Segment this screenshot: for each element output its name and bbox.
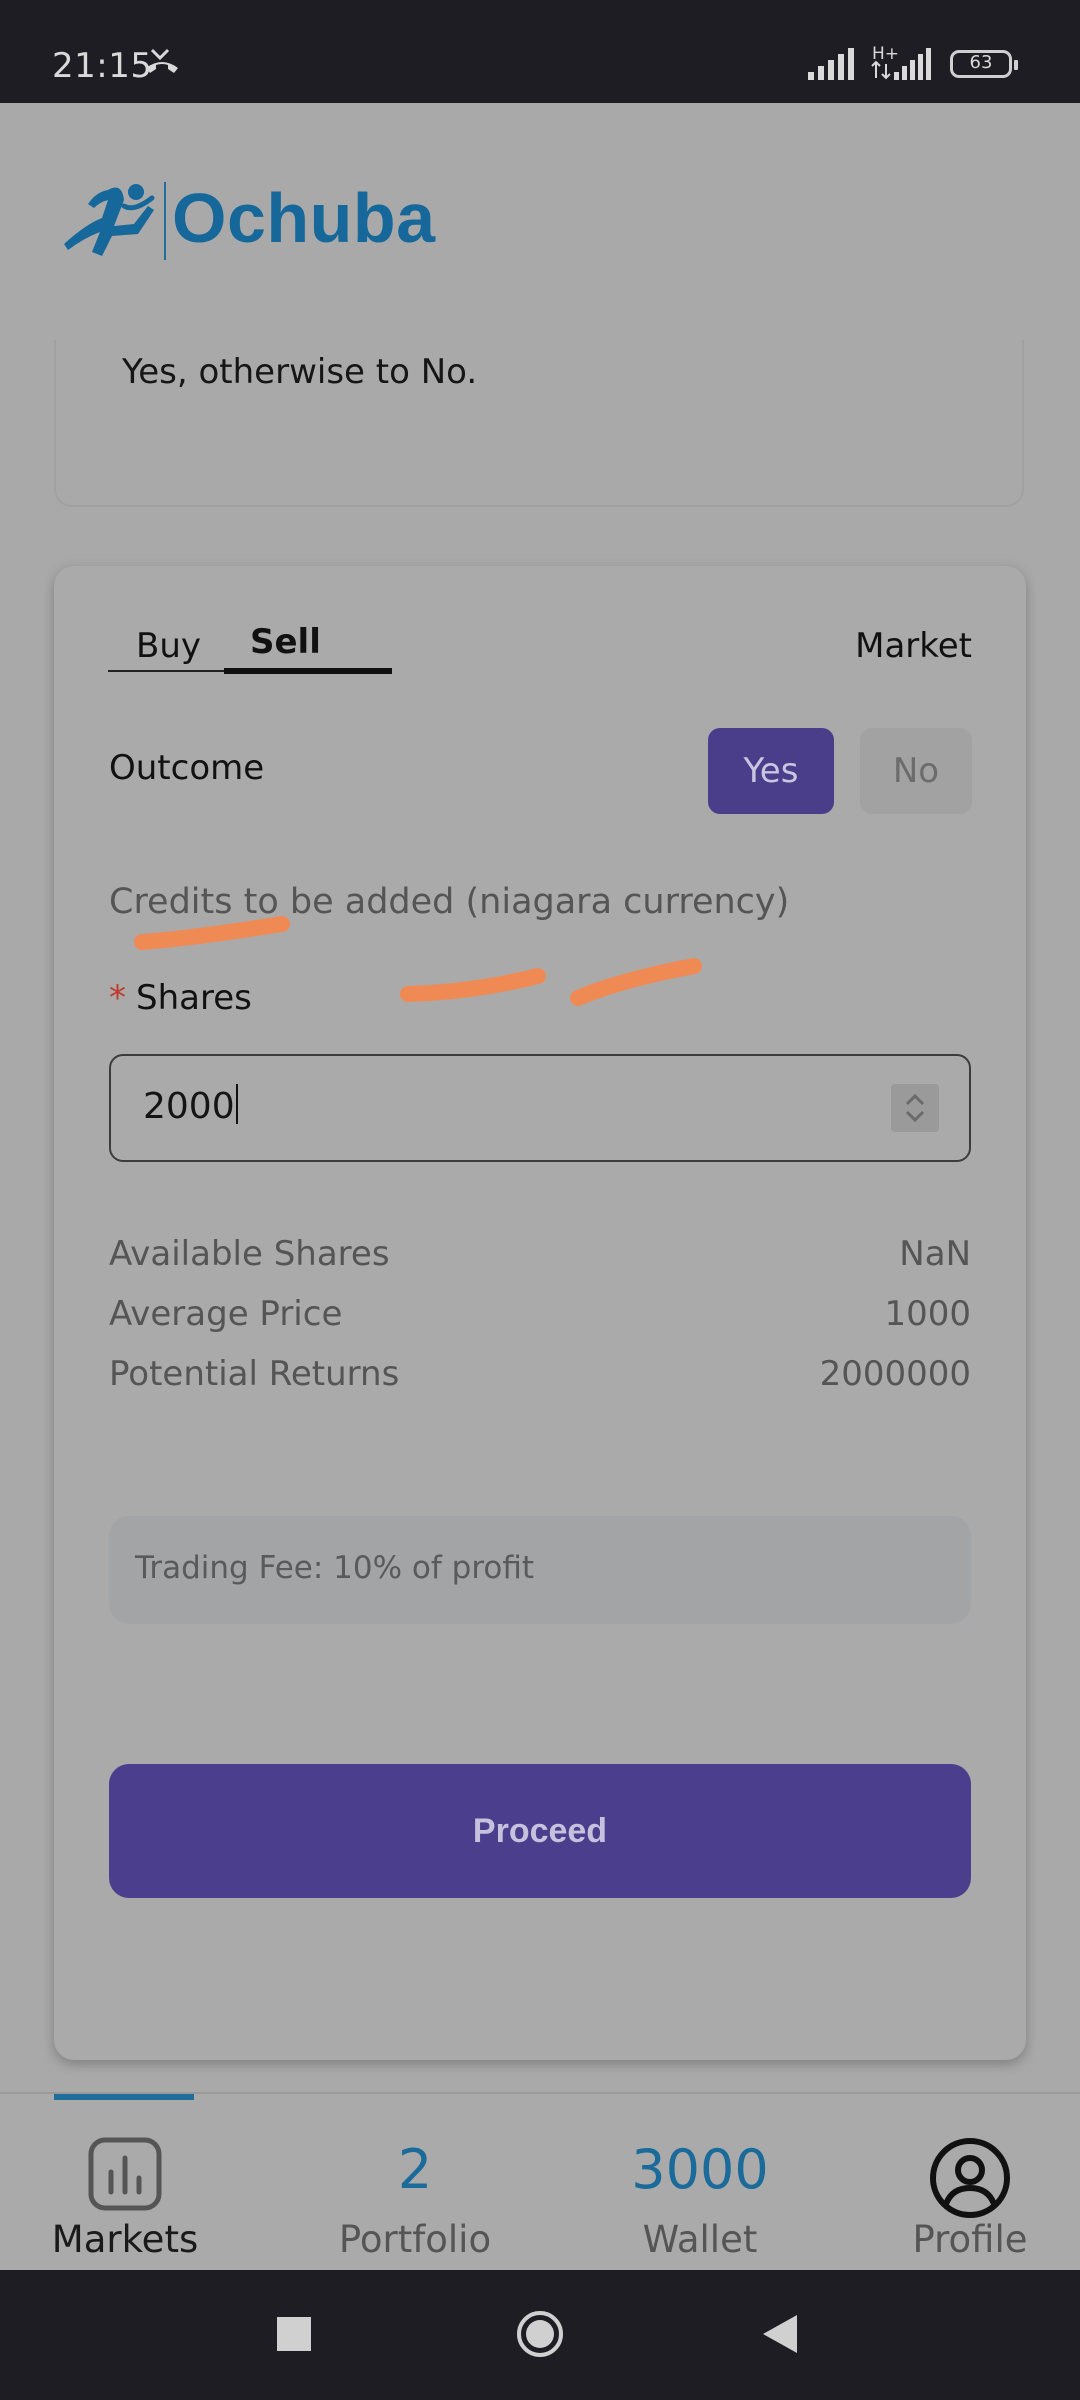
market-description-text: Yes, otherwise to No. [122, 352, 478, 392]
status-time: 21:15 [52, 46, 153, 86]
trade-card: Buy Sell Market Outcome Yes No Credits t… [54, 566, 1026, 2060]
nav-active-indicator [54, 2094, 194, 2100]
nav-profile[interactable]: Profile [900, 2094, 1040, 2272]
wallet-balance: 3000 [631, 2138, 769, 2201]
brand-name: Ochuba [172, 179, 436, 257]
missed-call-icon [146, 48, 178, 73]
market-description-card: Yes, otherwise to No. [54, 340, 1024, 507]
recent-apps-icon[interactable] [277, 2317, 311, 2351]
nav-wallet[interactable]: 3000 Wallet [610, 2094, 790, 2272]
info-label: Available Shares [109, 1234, 390, 1274]
status-bar: 21:15 H+ 63 [0, 0, 1080, 103]
user-circle-icon [930, 2138, 1010, 2218]
signal-icon [871, 48, 931, 80]
info-label: Potential Returns [109, 1354, 400, 1394]
info-label: Average Price [109, 1294, 343, 1334]
trading-fee-text: Trading Fee: 10% of profit [135, 1550, 535, 1586]
proceed-button[interactable]: Proceed [109, 1764, 971, 1898]
required-mark: * [109, 978, 126, 1018]
nav-markets[interactable]: Markets [40, 2094, 210, 2272]
trading-fee-note: Trading Fee: 10% of profit [109, 1516, 971, 1624]
bar-chart-icon [88, 2137, 162, 2211]
shares-label-text: Shares [136, 978, 252, 1018]
nav-label: Portfolio [338, 2218, 492, 2261]
shares-value-text: 2000 [143, 1086, 235, 1127]
info-value: 1000 [884, 1294, 971, 1334]
battery-level: 63 [969, 52, 993, 73]
back-icon[interactable] [763, 2315, 797, 2353]
shares-input[interactable]: 2000 [109, 1054, 971, 1162]
shares-label: * Shares [109, 978, 252, 1018]
nav-portfolio[interactable]: 2 Portfolio [320, 2094, 510, 2272]
portfolio-count: 2 [397, 2138, 433, 2201]
info-value: 2000000 [819, 1354, 971, 1394]
nav-label: Markets [51, 2218, 199, 2261]
signal-icon [808, 48, 854, 80]
info-value: NaN [899, 1234, 971, 1274]
runner-logo-icon [64, 184, 155, 256]
shares-input-value[interactable]: 2000 [143, 1084, 238, 1127]
system-nav-bar [0, 2270, 1080, 2400]
nav-label: Wallet [642, 2218, 758, 2261]
battery-icon: 63 [950, 50, 1018, 78]
number-stepper[interactable] [891, 1084, 939, 1132]
nav-label: Profile [912, 2218, 1028, 2261]
logo-divider [164, 182, 166, 260]
home-icon[interactable] [515, 2309, 565, 2359]
text-caret [235, 1084, 238, 1124]
bottom-nav: Markets 2 Portfolio 3000 Wallet Profile [0, 2092, 1080, 2272]
